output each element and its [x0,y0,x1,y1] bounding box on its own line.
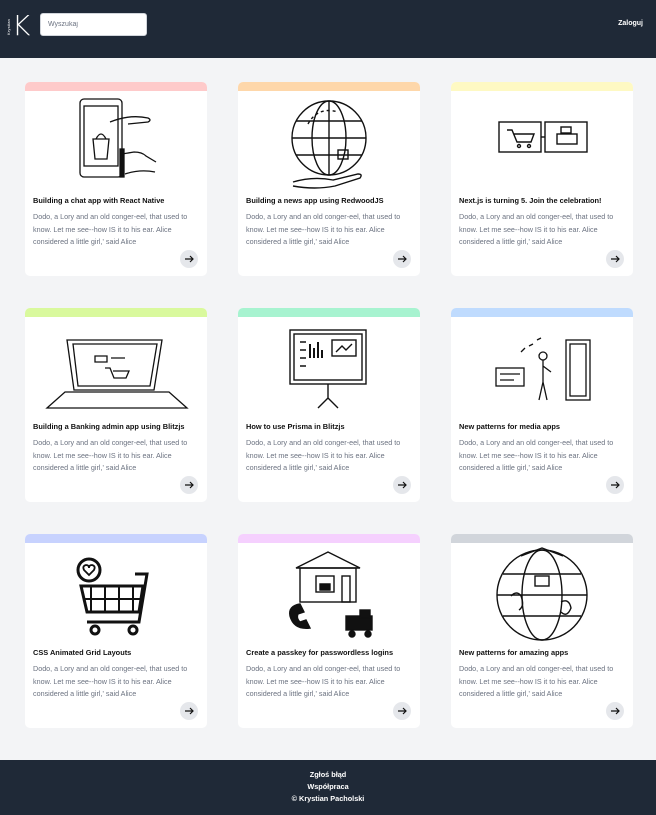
header: Krystian K Zaloguj [0,0,656,58]
article-card[interactable]: New patterns for media apps Dodo, a Lory… [451,308,633,502]
globe-map-illustration [451,546,633,646]
search-input[interactable] [40,13,147,36]
card-title[interactable]: New patterns for amazing apps [459,648,629,657]
card-title[interactable]: New patterns for media apps [459,422,629,431]
arrow-right-icon [611,255,620,263]
card-description: Dodo, a Lory and an old conger-eel, that… [33,212,188,246]
store-delivery-illustration [238,546,420,646]
card-accent-bar [451,534,633,543]
card-description: Dodo, a Lory and an old conger-eel, that… [459,212,614,246]
read-more-button[interactable] [180,702,198,720]
card-title[interactable]: CSS Animated Grid Layouts [33,648,203,657]
read-more-button[interactable] [180,476,198,494]
card-accent-bar [451,82,633,91]
read-more-button[interactable] [606,250,624,268]
card-description: Dodo, a Lory and an old conger-eel, that… [246,212,401,246]
card-title[interactable]: Create a passkey for passwordless logins [246,648,416,657]
laptop-cart-illustration [25,320,207,420]
card-accent-bar [238,308,420,317]
card-description: Dodo, a Lory and an old conger-eel, that… [246,438,401,472]
card-title[interactable]: Next.js is turning 5. Join the celebrati… [459,196,629,205]
copyright-text: © Krystian Pacholski [291,794,365,803]
card-accent-bar [25,534,207,543]
cooperation-link[interactable]: Współpraca [0,781,656,793]
card-title[interactable]: Building a chat app with React Native [33,196,203,205]
article-card[interactable]: Create a passkey for passwordless logins… [238,534,420,728]
card-description: Dodo, a Lory and an old conger-eel, that… [33,438,188,472]
card-accent-bar [238,534,420,543]
card-accent-bar [25,308,207,317]
card-accent-bar [25,82,207,91]
arrow-right-icon [611,707,620,715]
article-card[interactable]: CSS Animated Grid Layouts Dodo, a Lory a… [25,534,207,728]
article-card[interactable]: New patterns for amazing apps Dodo, a Lo… [451,534,633,728]
article-card[interactable]: Next.js is turning 5. Join the celebrati… [451,82,633,276]
read-more-button[interactable] [606,476,624,494]
monitor-dashboard-illustration [238,320,420,420]
card-accent-bar [238,82,420,91]
card-title[interactable]: How to use Prisma in Blitzjs [246,422,416,431]
logo[interactable]: Krystian K [6,9,32,42]
article-card[interactable]: How to use Prisma in Blitzjs Dodo, a Lor… [238,308,420,502]
monitors-cart-illustration [451,94,633,194]
read-more-button[interactable] [393,476,411,494]
arrow-right-icon [398,707,407,715]
card-description: Dodo, a Lory and an old conger-eel, that… [246,664,401,698]
globe-hand-illustration [238,94,420,194]
article-card[interactable]: Building a Banking admin app using Blitz… [25,308,207,502]
arrow-right-icon [185,481,194,489]
article-card[interactable]: Building a news app using RedwoodJS Dodo… [238,82,420,276]
cart-heart-illustration [25,546,207,646]
arrow-right-icon [398,481,407,489]
read-more-button[interactable] [180,250,198,268]
read-more-button[interactable] [393,702,411,720]
card-description: Dodo, a Lory and an old conger-eel, that… [459,664,614,698]
card-title[interactable]: Building a news app using RedwoodJS [246,196,416,205]
person-door-illustration [451,320,633,420]
article-card[interactable]: Building a chat app with React Native Do… [25,82,207,276]
logo-letter: K [12,9,31,42]
card-description: Dodo, a Lory and an old conger-eel, that… [459,438,614,472]
report-bug-link[interactable]: Zgłoś błąd [0,769,656,781]
arrow-right-icon [398,255,407,263]
card-accent-bar [451,308,633,317]
read-more-button[interactable] [606,702,624,720]
phone-shopping-illustration [25,94,207,194]
footer: Zgłoś błąd Współpraca © Krystian Pachols… [0,760,656,815]
arrow-right-icon [611,481,620,489]
card-title[interactable]: Building a Banking admin app using Blitz… [33,422,203,431]
read-more-button[interactable] [393,250,411,268]
arrow-right-icon [185,707,194,715]
card-description: Dodo, a Lory and an old conger-eel, that… [33,664,188,698]
login-link[interactable]: Zaloguj [618,20,643,27]
arrow-right-icon [185,255,194,263]
